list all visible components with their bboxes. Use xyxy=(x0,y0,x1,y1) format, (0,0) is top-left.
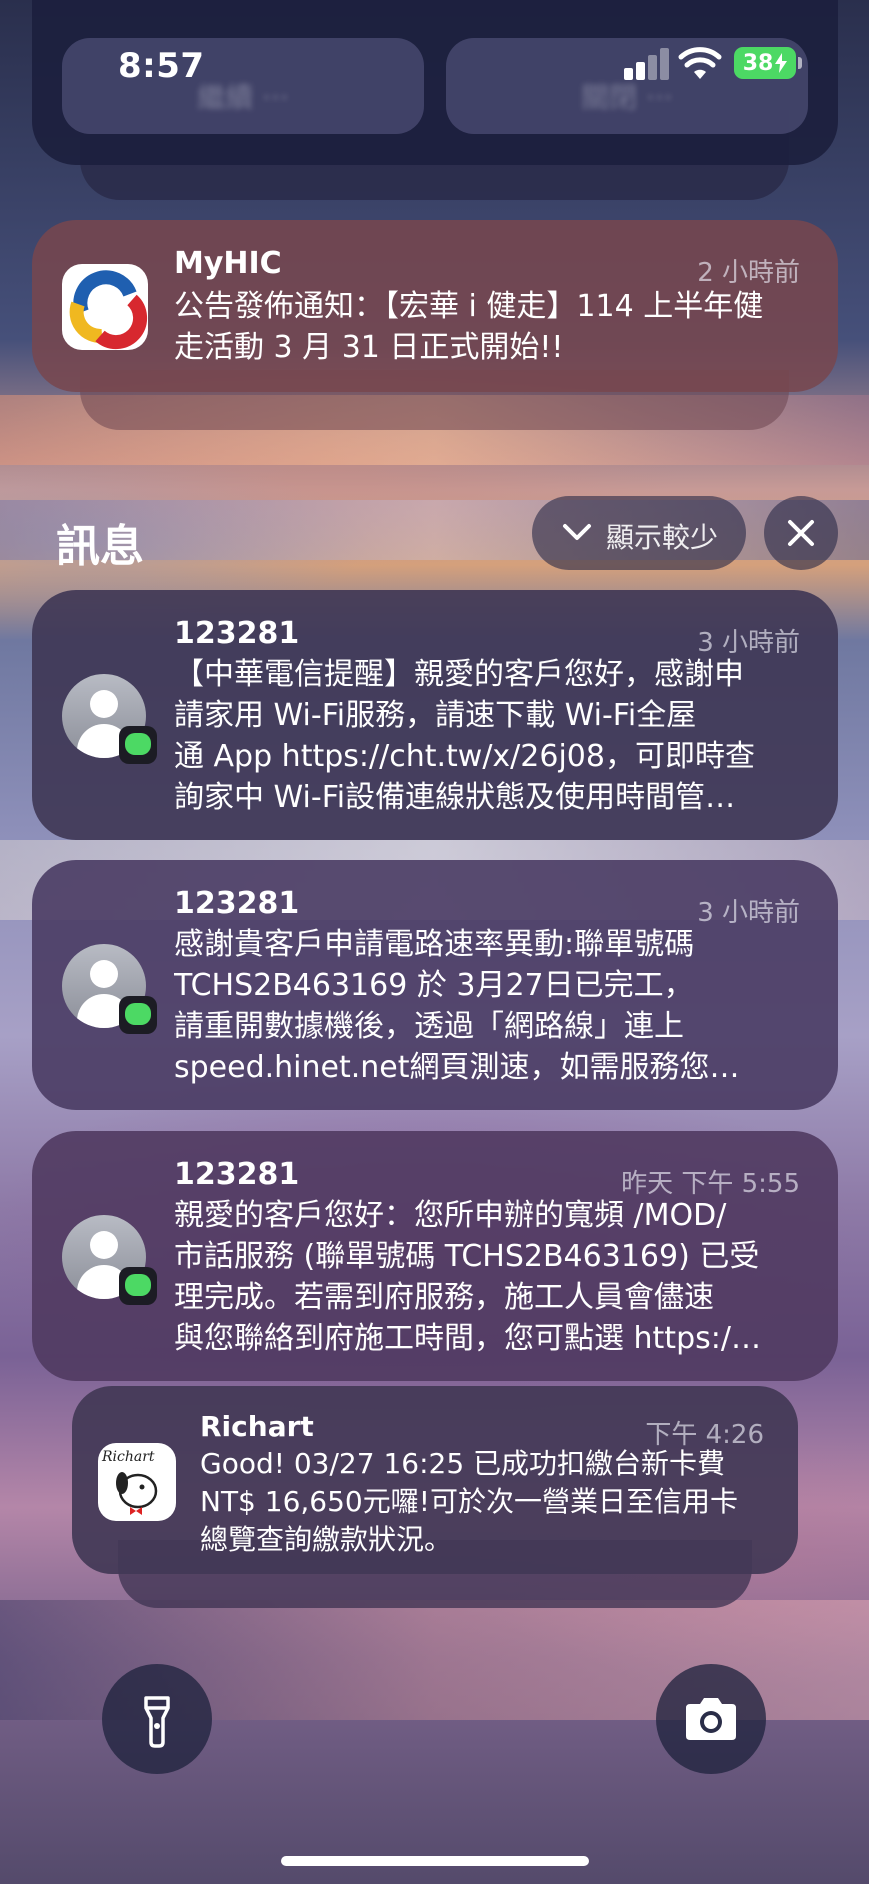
status-bar: 8:57 38 xyxy=(0,40,869,90)
message-body-line-1: 【中華電信提醒】親愛的客戶您好，感謝申 xyxy=(174,657,744,692)
messages-section-title: 訊息 xyxy=(56,521,144,572)
message-body-line-2: TCHS2B463169 於 3月27日已完工， xyxy=(174,968,694,1003)
message-body-line-4: 詢家中 Wi-Fi設備連線狀態及使用時間管… xyxy=(174,780,736,815)
message-body-line-3: 通 App https://cht.tw/x/26j08，可即時查 xyxy=(174,739,755,774)
messages-app-badge-icon xyxy=(119,996,157,1034)
battery-level: 38 xyxy=(742,50,774,76)
myhic-time: 2 小時前 xyxy=(697,258,800,288)
messages-app-badge-icon xyxy=(119,726,157,764)
battery-icon: 38 xyxy=(734,47,796,79)
message-body-line-3: 理完成。若需到府服務，施工人員會儘速 xyxy=(174,1280,714,1315)
wifi-icon xyxy=(678,47,722,79)
flashlight-button[interactable] xyxy=(102,1664,212,1774)
message-body-line-2: 市話服務 (聯單號碼 TCHS2B463169) 已受 xyxy=(174,1239,760,1274)
camera-button[interactable] xyxy=(656,1664,766,1774)
messages-app-badge-icon xyxy=(119,1267,157,1305)
cellular-signal-icon xyxy=(624,48,670,80)
close-icon xyxy=(788,520,814,546)
home-indicator[interactable] xyxy=(281,1856,589,1866)
message-body-line-1: 感謝貴客戶申請電路速率異動:聯單號碼 xyxy=(174,927,695,962)
richart-logo-text: Richart xyxy=(102,1449,155,1465)
message-body-line-4: speed.hinet.net網頁測速，如需服務您… xyxy=(174,1050,740,1085)
battery-cap xyxy=(798,57,802,69)
clear-notifications-button[interactable] xyxy=(764,496,838,570)
richart-app-icon: Richart xyxy=(98,1443,176,1521)
myhic-body-line-1: 公告發佈通知：【宏華 i 健走】114 上半年健 xyxy=(174,289,764,324)
message-body-line-2: 請家用 Wi-Fi服務，請速下載 Wi-Fi全屋 xyxy=(174,698,697,733)
chevron-down-icon xyxy=(563,524,591,540)
message-body-line-3: 請重開數據機後，透過「網路線」連上 xyxy=(174,1009,684,1044)
myhic-body-line-2: 走活動 3 月 31 日正式開始!! xyxy=(174,330,564,365)
message-sender: 123281 xyxy=(174,886,300,921)
message-sender: 123281 xyxy=(174,616,300,651)
richart-body-line-2: NT$ 16,650元囉!可於次一營業日至信用卡 xyxy=(200,1485,738,1518)
show-less-label: 顯示較少 xyxy=(606,521,719,554)
message-sender: 123281 xyxy=(174,1157,300,1192)
show-less-button[interactable]: 顯示較少 xyxy=(532,496,746,570)
richart-body-line-1: Good! 03/27 16:25 已成功扣繳台新卡費 xyxy=(200,1447,726,1480)
message-body-line-1: 親愛的客戶您好：您所申辦的寬頻 /MOD/ xyxy=(174,1198,727,1233)
charging-bolt-icon xyxy=(775,53,788,73)
message-body-line-4: 與您聯絡到府施工時間，您可點選 https:/… xyxy=(174,1321,761,1356)
richart-app-name: Richart xyxy=(200,1410,314,1443)
richart-body-line-3: 總覽查詢繳款狀況。 xyxy=(200,1523,453,1556)
clock-time: 8:57 xyxy=(118,46,205,86)
camera-icon xyxy=(686,1698,736,1740)
myhic-app-name: MyHIC xyxy=(174,246,282,281)
flashlight-icon xyxy=(144,1696,170,1748)
myhic-app-icon xyxy=(62,264,148,350)
